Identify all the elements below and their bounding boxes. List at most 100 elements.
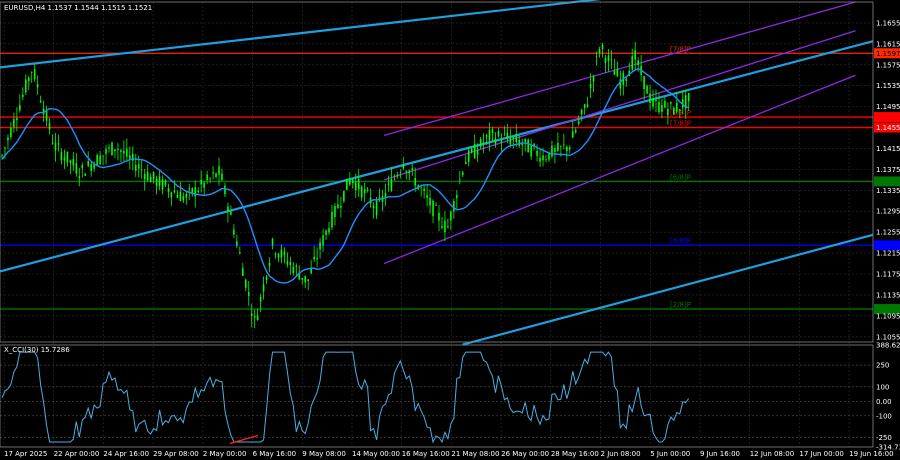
candle-body: [467, 150, 470, 162]
candle-body: [423, 188, 425, 192]
y-tick-label: 1.1535: [876, 82, 900, 90]
x-tick-label: 14 May 00:00: [352, 450, 400, 458]
candle-body: [563, 144, 565, 146]
candle-body: [268, 262, 271, 267]
candle-body: [176, 194, 179, 198]
candle-body: [432, 200, 434, 217]
y-tick-label: 1.1655: [876, 19, 900, 27]
cci-tick-label: -100: [876, 412, 892, 420]
candle-body: [366, 189, 369, 191]
candle-body: [346, 178, 348, 191]
candle-body: [146, 172, 149, 181]
x-tick-label: 21 May 08:00: [451, 450, 499, 458]
candle-body: [354, 181, 357, 191]
candle-body: [244, 279, 247, 288]
candle-body: [646, 85, 648, 94]
candle-body: [586, 104, 589, 107]
candle-body: [429, 197, 431, 206]
candle-body: [328, 227, 330, 233]
candle-body: [60, 152, 63, 161]
candle-body: [461, 172, 464, 175]
trend-lines: [0, 0, 874, 346]
candle-body: [450, 211, 452, 221]
candle-body: [577, 121, 580, 125]
candle-body: [479, 139, 482, 147]
candle-body: [10, 127, 12, 137]
price-level-value: 1.1230: [876, 242, 900, 250]
candle-body: [4, 147, 6, 149]
candle-body: [655, 100, 657, 102]
candle-body: [45, 110, 48, 121]
chart-canvas[interactable]: [7/8]P1.1597[8/8]P1.1475[7/8]P1.1455[6/8…: [0, 0, 900, 460]
x-tick-label: 22 Apr 00:00: [54, 450, 100, 458]
price-level-value: 1.1597: [876, 50, 900, 58]
candle-body: [340, 205, 342, 208]
candle-body: [96, 155, 98, 166]
y-tick-label: 1.1135: [876, 291, 900, 299]
candle-body: [155, 178, 158, 186]
x-tick-label: 2 May 00:00: [203, 450, 247, 458]
candle-body: [500, 140, 503, 144]
x-tick-label: 28 May 16:00: [551, 450, 599, 458]
candle-body: [215, 173, 217, 177]
candle-body: [265, 276, 268, 281]
candle-body: [613, 70, 616, 75]
candle-body: [441, 226, 443, 228]
candle-body: [334, 205, 336, 218]
candle-body: [16, 118, 18, 121]
candle-body: [236, 241, 238, 246]
candle-body: [482, 142, 485, 145]
candle-body: [292, 266, 295, 274]
candle-body: [111, 142, 113, 156]
cci-tick-label: 388.6237: [876, 342, 900, 350]
candle-body: [545, 159, 547, 160]
y-tick-label: 1.1295: [876, 208, 900, 216]
candle-body: [566, 146, 568, 152]
candle-body: [357, 179, 360, 190]
candle-body: [99, 155, 101, 164]
candle-body: [476, 149, 479, 155]
candle-body: [509, 138, 512, 145]
candle-body: [343, 190, 345, 202]
x-tick-label: 5 Jun 00:00: [650, 450, 690, 458]
cci-tick-label: 250: [876, 362, 889, 370]
candle-body: [24, 79, 27, 93]
candle-body: [36, 84, 39, 88]
candle-body: [363, 189, 366, 194]
candle-body: [607, 55, 610, 61]
x-tick-label: 24 Apr 16:00: [103, 450, 149, 458]
candle-body: [458, 179, 461, 181]
candle-body: [610, 59, 613, 61]
regression-channel-line: [383, 1, 856, 137]
candle-body: [289, 262, 292, 265]
trend-line: [0, 40, 874, 273]
candle-body: [286, 261, 289, 265]
candle-body: [63, 157, 66, 161]
candle-body: [126, 148, 128, 157]
price-level-label: [7/8]P: [670, 120, 691, 128]
cci-panel: 388.62372501000.00-100-250-314.734: [0, 342, 900, 452]
candle-body: [568, 147, 571, 150]
candle-body: [39, 100, 42, 103]
candle-body: [349, 179, 351, 185]
price-level-label: [2/8]P: [670, 301, 691, 309]
candle-body: [307, 279, 309, 282]
candle-body: [233, 229, 235, 235]
candle-body: [301, 277, 304, 280]
candle-body: [250, 313, 253, 316]
candle-body: [453, 201, 455, 212]
candle-body: [304, 275, 307, 283]
candle-body: [625, 78, 628, 81]
candle-body: [485, 135, 488, 137]
candle-body: [494, 138, 497, 144]
candle-body: [313, 256, 315, 260]
candle-body: [277, 254, 280, 258]
candle-body: [447, 226, 449, 228]
x-tick-label: 17 Jun 00:00: [799, 450, 843, 458]
y-tick-label: 1.1175: [876, 271, 900, 279]
candle-body: [167, 188, 170, 192]
candle-body: [470, 148, 473, 153]
candle-body: [464, 162, 467, 165]
candle-body: [399, 172, 402, 174]
candle-body: [19, 105, 21, 111]
